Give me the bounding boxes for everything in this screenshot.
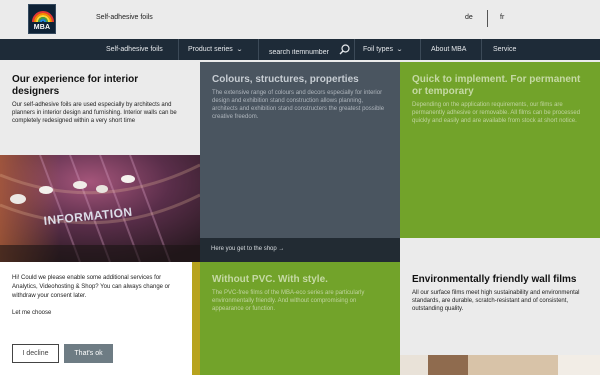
tile-title: Environmentally friendly wall films bbox=[412, 274, 577, 285]
shop-link[interactable]: Here you get to the shop → bbox=[211, 246, 284, 252]
language-fr-link[interactable]: fr bbox=[500, 14, 504, 21]
nav-divider bbox=[178, 39, 179, 60]
consent-text: Hi! Could we please enable some addition… bbox=[12, 275, 170, 299]
tile-without-pvc[interactable]: Without PVC. With style. The PVC-free fi… bbox=[200, 262, 400, 375]
rainbow-logo-icon bbox=[32, 11, 54, 23]
search-input[interactable] bbox=[262, 44, 343, 61]
tile-quick-to-implement[interactable]: Quick to implement. For permanent or tem… bbox=[400, 62, 600, 238]
tile-title: Quick to implement. For permanent or tem… bbox=[412, 74, 581, 97]
nav-item-foil-types[interactable]: Foil types ⌄ bbox=[363, 39, 404, 60]
tile-text: Depending on the application requirement… bbox=[412, 102, 581, 124]
chevron-down-icon: ⌄ bbox=[395, 47, 404, 53]
top-bar: MBA Self-adhesive foils de fr bbox=[0, 0, 600, 39]
nav-divider bbox=[420, 39, 421, 60]
tile-text: The PVC-free films of the MBA-eco series… bbox=[212, 290, 365, 312]
nav-divider bbox=[481, 39, 482, 60]
nav-item-product-series[interactable]: Product series ⌄ bbox=[188, 39, 243, 60]
tile-text: All our surface films meet high sustaina… bbox=[412, 290, 580, 312]
shop-bar: Here you get to the shop → bbox=[200, 238, 400, 262]
photo-segment bbox=[400, 355, 428, 375]
photo-segment bbox=[558, 355, 600, 375]
let-me-choose-link[interactable]: Let me choose bbox=[12, 310, 51, 316]
tile-environmentally-friendly[interactable]: Environmentally friendly wall films All … bbox=[400, 262, 600, 355]
search-box bbox=[262, 41, 354, 61]
breadcrumb[interactable]: Self-adhesive foils bbox=[96, 14, 153, 21]
photo-segment bbox=[428, 355, 468, 375]
yellow-tile-strip bbox=[192, 262, 200, 375]
tile-title: Colours, structures, properties bbox=[212, 74, 359, 85]
accept-button[interactable]: That's ok bbox=[64, 344, 113, 363]
nav-item-about-mba[interactable]: About MBA bbox=[431, 39, 466, 60]
tile-interior-designers[interactable]: Our experience for interior designers Ou… bbox=[0, 62, 200, 155]
language-divider bbox=[487, 10, 488, 27]
nav-item-label: Foil types bbox=[363, 46, 393, 53]
search-icon[interactable] bbox=[339, 44, 350, 55]
decline-button[interactable]: I decline bbox=[12, 344, 59, 363]
interior-room-photo bbox=[400, 355, 600, 375]
nav-item-label: Product series bbox=[188, 46, 233, 53]
main-nav: Self-adhesive foils Product series⌄ Foil… bbox=[0, 39, 600, 61]
tile-text: The extensive range of colours and decor… bbox=[212, 90, 385, 120]
tile-colours-structures[interactable]: Colours, structures, properties The exte… bbox=[200, 62, 400, 238]
photo-segment bbox=[468, 355, 558, 375]
tile-text: Our self-adhesive foils are used especia… bbox=[12, 102, 177, 124]
nav-divider bbox=[258, 39, 259, 60]
language-de-link[interactable]: de bbox=[465, 14, 473, 21]
tile-title: Our experience for interior designers bbox=[12, 74, 139, 97]
logo-text: MBA bbox=[33, 24, 51, 31]
mba-logo[interactable]: MBA bbox=[28, 4, 56, 34]
nav-item-service[interactable]: Service bbox=[493, 39, 516, 60]
nav-divider bbox=[354, 39, 355, 60]
chevron-down-icon: ⌄ bbox=[235, 47, 243, 53]
nav-item-self-adhesive-foils[interactable]: Self-adhesive foils bbox=[106, 39, 163, 60]
tile-title: Without PVC. With style. bbox=[212, 274, 328, 285]
